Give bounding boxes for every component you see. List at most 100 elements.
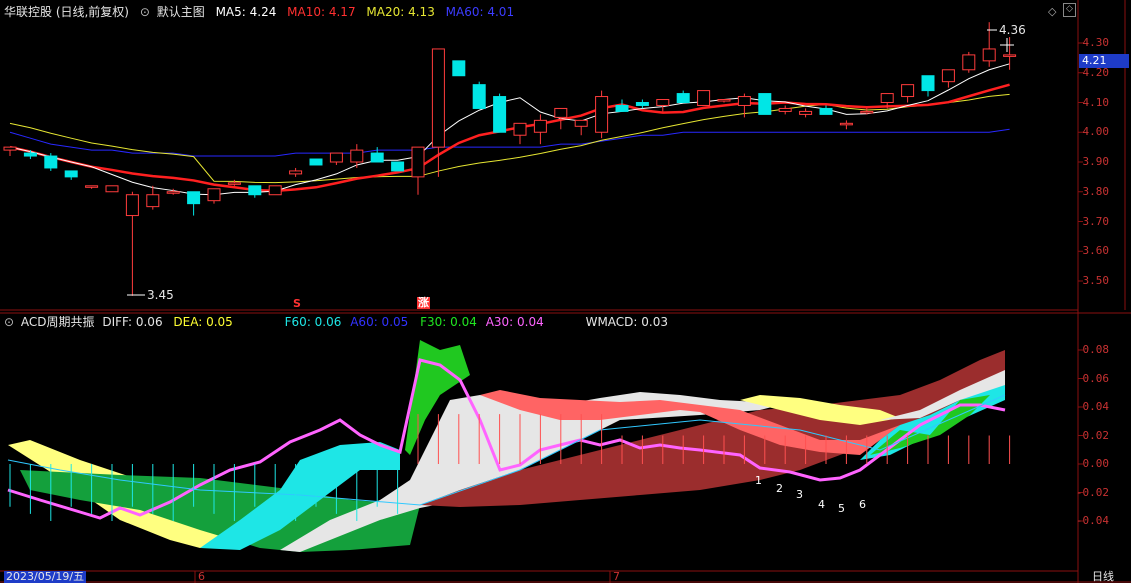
candle-body-up: [799, 110, 813, 115]
template-name[interactable]: 默认主图: [157, 5, 205, 19]
candle-body-up: [513, 122, 527, 136]
candle[interactable]: [697, 90, 711, 106]
wmacd-value: WMACD: 0.03: [585, 315, 668, 329]
price-tick-label: 4.30: [1082, 36, 1110, 49]
candle-body-up: [105, 185, 119, 193]
candle[interactable]: [799, 108, 813, 118]
ma20-value: MA20: 4.13: [366, 5, 435, 19]
footer-date[interactable]: 2023/05/19/五: [4, 571, 87, 583]
indicator-name[interactable]: ACD周期共振: [21, 315, 95, 329]
scroll-box-icon[interactable]: ◇: [1063, 3, 1076, 17]
candle[interactable]: [146, 185, 160, 210]
candle-body-up: [227, 182, 241, 185]
signal-s-icon[interactable]: S: [293, 297, 301, 310]
candle-body-down: [615, 104, 629, 112]
high-price-label: 4.36: [999, 23, 1026, 37]
low-price-label: 3.45: [147, 288, 174, 302]
circle-arrow-icon[interactable]: ⊙: [4, 315, 14, 329]
candle[interactable]: [982, 22, 996, 67]
indicator-tick-label: 0.00: [1082, 457, 1110, 470]
signal-zhang-icon[interactable]: 涨: [417, 297, 430, 309]
candle-body-down: [452, 60, 466, 77]
candle[interactable]: [574, 119, 588, 136]
price-tick-label: 4.00: [1082, 125, 1110, 139]
candle[interactable]: [921, 75, 935, 97]
cycle-marker: 1: [755, 474, 762, 487]
price-tick-label: 4.10: [1082, 95, 1110, 109]
indicator-tick-label: -0.04: [1075, 514, 1109, 527]
candle[interactable]: [268, 185, 282, 196]
candle-body-up: [778, 107, 792, 112]
dea-value: DEA: 0.05: [173, 315, 233, 329]
candle[interactable]: [44, 153, 58, 171]
candle[interactable]: [513, 122, 527, 145]
candle-body-up: [901, 84, 915, 98]
candle[interactable]: [187, 191, 201, 216]
candle-body-up: [125, 194, 139, 217]
a30-value: A30: 0.04: [485, 315, 544, 329]
a60-value: A60: 0.05: [350, 315, 409, 329]
candle[interactable]: [125, 191, 139, 296]
candle[interactable]: [962, 51, 976, 73]
candle[interactable]: [85, 185, 99, 189]
candle[interactable]: [207, 188, 221, 204]
candle[interactable]: [758, 93, 772, 115]
candle[interactable]: [778, 105, 792, 115]
candle[interactable]: [472, 81, 486, 109]
candle[interactable]: [635, 99, 649, 109]
candle[interactable]: [595, 90, 609, 139]
candle[interactable]: [289, 167, 303, 177]
candle[interactable]: [676, 90, 690, 103]
candle-body-down: [187, 191, 201, 205]
candle[interactable]: [329, 152, 343, 165]
candle[interactable]: [411, 146, 425, 195]
candle[interactable]: [901, 84, 915, 103]
candle[interactable]: [105, 185, 119, 193]
indicator-tick-label: 0.02: [1082, 428, 1110, 442]
candle-body-down: [676, 93, 690, 103]
candle[interactable]: [493, 93, 507, 133]
candle[interactable]: [248, 185, 262, 198]
period-label[interactable]: 日线: [1092, 571, 1114, 583]
candle[interactable]: [391, 161, 405, 172]
candle-body-up: [697, 90, 711, 106]
cycle-marker: 3: [796, 488, 803, 501]
stock-title[interactable]: 华联控股 (日线,前复权): [4, 5, 129, 19]
ma10-value: MA10: 4.17: [287, 5, 356, 19]
diamond-icon[interactable]: ◇: [1048, 5, 1056, 18]
candle[interactable]: [309, 158, 323, 166]
candle-body-up: [166, 191, 180, 194]
candle[interactable]: [717, 99, 731, 103]
candle[interactable]: [656, 99, 670, 112]
candle-body-up: [656, 99, 670, 106]
candle-body-up: [962, 54, 976, 71]
candle[interactable]: [227, 179, 241, 186]
candle[interactable]: [3, 146, 17, 157]
candle-body-up: [1003, 54, 1017, 57]
candle-body-up: [574, 119, 588, 127]
candle-body-up: [411, 146, 425, 178]
candle-body-up: [880, 93, 894, 103]
candle[interactable]: [819, 105, 833, 115]
candle[interactable]: [452, 60, 466, 77]
candle[interactable]: [533, 114, 547, 145]
candle[interactable]: [615, 99, 629, 112]
candle[interactable]: [370, 147, 384, 163]
f60-value: F60: 0.06: [284, 315, 342, 329]
f30-value: F30: 0.04: [420, 315, 477, 329]
candle[interactable]: [64, 170, 78, 180]
candle-body-up: [207, 188, 221, 202]
candle[interactable]: [941, 69, 955, 88]
candle[interactable]: [839, 120, 853, 130]
ma5-value: MA5: 4.24: [215, 5, 277, 19]
candle-body-up: [268, 185, 282, 196]
candle-body-up: [350, 149, 364, 163]
indicator-header: ⊙ ACD周期共振 DIFF: 0.06 DEA: 0.05 F60: 0.06…: [4, 313, 675, 331]
candle-body-down: [64, 170, 78, 178]
circle-arrow-icon[interactable]: ⊙: [140, 5, 150, 19]
cycle-marker: 4: [818, 498, 825, 511]
candle-body-up: [554, 107, 568, 118]
footer-month-6: 6: [198, 570, 205, 583]
candle-body-down: [819, 107, 833, 115]
price-tick-label: 3.70: [1082, 214, 1110, 228]
